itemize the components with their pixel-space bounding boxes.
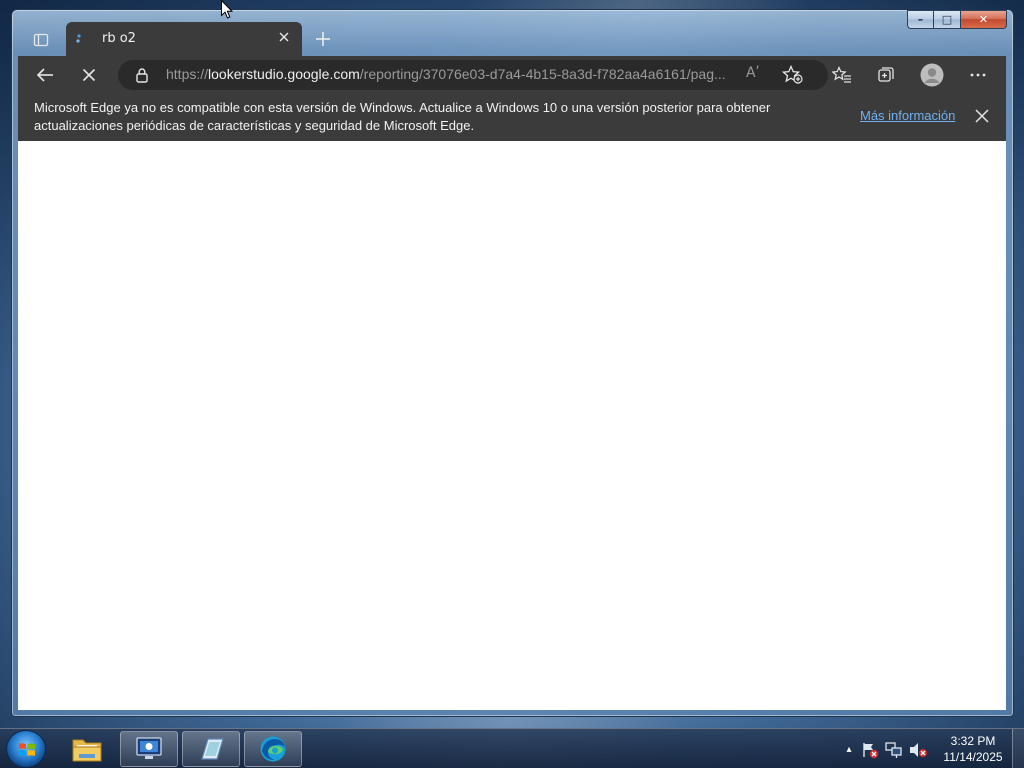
new-tab-button[interactable] bbox=[310, 26, 336, 52]
show-hidden-icons-button[interactable]: ▴ bbox=[842, 741, 856, 759]
avatar bbox=[920, 63, 944, 87]
close-icon bbox=[279, 32, 289, 42]
collections-button[interactable] bbox=[871, 60, 901, 90]
taskbar-edge[interactable] bbox=[244, 731, 302, 767]
folder-icon bbox=[72, 739, 102, 762]
tab-close-button[interactable] bbox=[276, 30, 292, 46]
taskbar-explorer[interactable] bbox=[58, 731, 116, 767]
tab-active[interactable]: rb o2 bbox=[66, 22, 302, 56]
settings-more-button[interactable] bbox=[963, 60, 993, 90]
url-scheme: https:// bbox=[166, 66, 209, 82]
url-text[interactable]: https://lookerstudio.google.com/reportin… bbox=[166, 66, 736, 84]
url-path: /reporting/37076e03-d7a4-4b15-8a3d-f782a… bbox=[359, 66, 726, 82]
collections-icon bbox=[878, 67, 894, 82]
start-button[interactable] bbox=[6, 730, 46, 768]
action-center-icon[interactable] bbox=[860, 741, 880, 759]
tab-title: rb o2 bbox=[102, 31, 136, 46]
clock-time: 3:32 PM bbox=[950, 734, 996, 748]
back-button[interactable] bbox=[30, 60, 60, 90]
taskbar-notes-app[interactable] bbox=[182, 731, 240, 767]
system-tray: ▴ bbox=[842, 739, 932, 761]
url-host: lookerstudio.google.com bbox=[208, 66, 360, 82]
document-icon bbox=[201, 738, 224, 760]
windows-logo-icon bbox=[19, 743, 35, 756]
page-content[interactable] bbox=[18, 141, 1006, 710]
show-desktop-button[interactable] bbox=[1012, 729, 1024, 768]
add-favorite-icon[interactable] bbox=[782, 65, 804, 85]
tab-actions-button[interactable] bbox=[28, 27, 54, 53]
browser-toolbar: https://lookerstudio.google.com/reportin… bbox=[18, 56, 1006, 94]
lock-icon[interactable] bbox=[134, 67, 150, 83]
profile-button[interactable] bbox=[917, 60, 947, 90]
monitor-icon bbox=[136, 737, 162, 759]
read-aloud-icon: Aʹ bbox=[746, 65, 760, 81]
edge-browser-icon bbox=[260, 736, 286, 762]
unsupported-os-infobar: Microsoft Edge ya no es compatible con e… bbox=[18, 94, 1006, 141]
favorites-button[interactable] bbox=[827, 60, 857, 90]
system-clock[interactable]: 3:32 PM 11/14/2025 bbox=[940, 733, 1006, 765]
taskbar-remote-app[interactable] bbox=[120, 731, 178, 767]
stop-loading-button[interactable] bbox=[74, 60, 104, 90]
favorites-icon bbox=[832, 66, 851, 83]
read-aloud-button[interactable]: Aʹ bbox=[746, 65, 768, 85]
dismiss-infobar-button[interactable] bbox=[972, 106, 992, 126]
plus-icon bbox=[316, 32, 330, 46]
arrow-left-icon bbox=[36, 68, 53, 82]
volume-muted-icon[interactable] bbox=[908, 741, 928, 759]
more-horizontal-icon bbox=[970, 73, 986, 77]
infobar-message: Microsoft Edge ya no es compatible con e… bbox=[34, 100, 771, 133]
clock-date: 11/14/2025 bbox=[943, 750, 1003, 764]
address-bar[interactable]: https://lookerstudio.google.com/reportin… bbox=[118, 60, 828, 90]
close-icon bbox=[82, 68, 96, 82]
tab-strip: rb o2 bbox=[18, 22, 1006, 56]
mouse-pointer-icon bbox=[221, 0, 233, 19]
network-icon[interactable] bbox=[884, 741, 904, 759]
tab-actions-icon bbox=[33, 33, 49, 47]
taskbar: ▴ 3:32 PM 11/14/2025 bbox=[0, 728, 1024, 768]
chevron-up-icon: ▴ bbox=[846, 744, 852, 755]
more-info-link[interactable]: Más información bbox=[860, 108, 955, 123]
looker-studio-icon bbox=[75, 33, 85, 45]
